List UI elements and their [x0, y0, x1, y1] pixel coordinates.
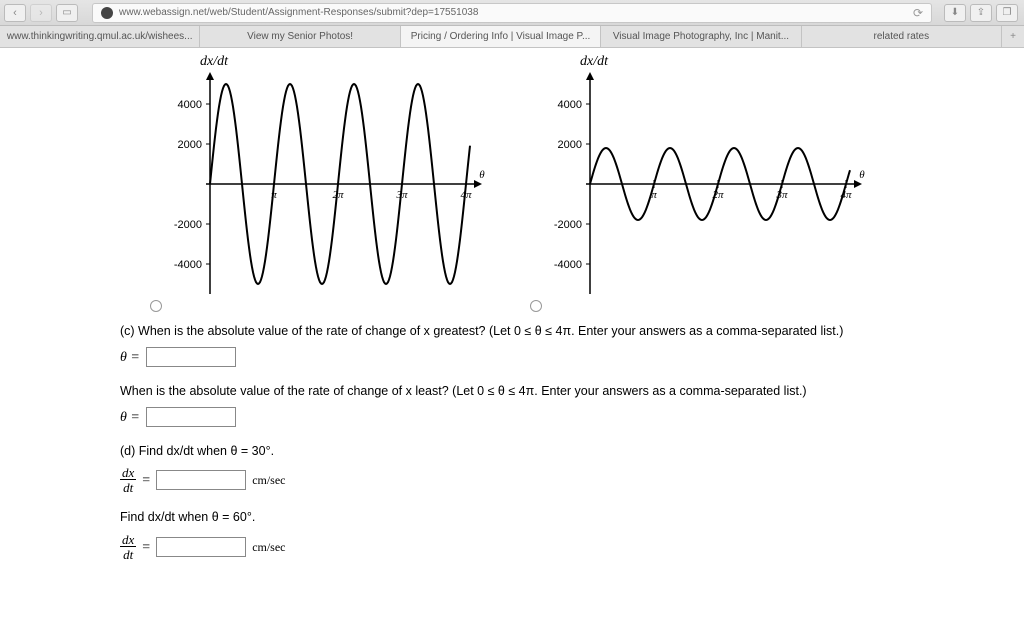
tab-2[interactable]: Pricing / Ordering Info | Visual Image P…: [401, 26, 601, 47]
sidebar-toggle-button[interactable]: ▭: [56, 4, 78, 22]
unit-2: cm/sec: [252, 538, 285, 556]
question-c-least: When is the absolute value of the rate o…: [120, 382, 860, 428]
forward-button[interactable]: ›: [30, 4, 52, 22]
svg-text:θ: θ: [479, 169, 485, 181]
question-d-30: (d) Find dx/dt when θ = 30°. dx dt = cm/…: [120, 442, 860, 495]
site-icon: [101, 7, 113, 19]
plot-right-svg: 4000 2000 -2000 -4000 π 2π 3π 4π θ: [530, 54, 870, 304]
svg-text:-4000: -4000: [554, 259, 582, 271]
tab-0[interactable]: www.thinkingwriting.qmul.ac.uk/wishees..…: [0, 26, 200, 47]
answer-d-30-input[interactable]: [156, 470, 246, 490]
tab-3[interactable]: Visual Image Photography, Inc | Manit...: [601, 26, 801, 47]
answer-d-60-input[interactable]: [156, 537, 246, 557]
ylabel-left: dx/dt: [200, 54, 228, 70]
dxdt-frac-2: dx dt: [120, 533, 136, 561]
tab-1[interactable]: View my Senior Photos!: [200, 26, 400, 47]
page-content: dx/dt 4000 2000 -2000 -4000: [0, 48, 1024, 561]
browser-toolbar: ‹ › ▭ www.webassign.net/web/Student/Assi…: [0, 0, 1024, 26]
plot-left-svg: 4000 2000 -2000 -4000 π 2π 3π 4π θ: [150, 54, 490, 304]
unit-1: cm/sec: [252, 471, 285, 489]
answer-c-least-input[interactable]: [146, 407, 236, 427]
new-tab-button[interactable]: +: [1002, 26, 1024, 47]
questions: (c) When is the absolute value of the ra…: [0, 304, 860, 561]
graph-right: dx/dt 4000 2000 -2000 -4000 π 2π: [530, 54, 870, 304]
question-d-60-text: Find dx/dt when θ = 60°.: [120, 508, 860, 527]
svg-text:-2000: -2000: [174, 219, 202, 231]
svg-text:θ: θ: [859, 169, 865, 181]
tab-bar: www.thinkingwriting.qmul.ac.uk/wishees..…: [0, 26, 1024, 48]
ylabel-right: dx/dt: [580, 54, 608, 70]
tab-4[interactable]: related rates: [802, 26, 1002, 47]
back-button[interactable]: ‹: [4, 4, 26, 22]
reload-icon[interactable]: ⟳: [913, 6, 923, 20]
answer-c-greatest-input[interactable]: [146, 347, 236, 367]
question-c-least-text: When is the absolute value of the rate o…: [120, 382, 860, 401]
question-d-60: Find dx/dt when θ = 60°. dx dt = cm/sec: [120, 508, 860, 561]
url-text: www.webassign.net/web/Student/Assignment…: [119, 7, 478, 18]
download-button[interactable]: ⬇: [944, 4, 966, 22]
tabs-button[interactable]: ❐: [996, 4, 1018, 22]
graph-row: dx/dt 4000 2000 -2000 -4000: [0, 54, 1024, 304]
question-c-greatest: (c) When is the absolute value of the ra…: [120, 322, 860, 368]
share-button[interactable]: ⇪: [970, 4, 992, 22]
svg-text:2000: 2000: [178, 139, 202, 151]
theta-label-2: θ =: [120, 407, 140, 428]
option-right-radio[interactable]: [530, 300, 542, 312]
question-c-greatest-text: (c) When is the absolute value of the ra…: [120, 322, 860, 341]
svg-text:4000: 4000: [558, 99, 582, 111]
dxdt-frac-1: dx dt: [120, 466, 136, 494]
option-left-radio[interactable]: [150, 300, 162, 312]
svg-text:2000: 2000: [558, 139, 582, 151]
theta-label: θ =: [120, 347, 140, 368]
address-bar[interactable]: www.webassign.net/web/Student/Assignment…: [92, 3, 932, 23]
svg-text:4000: 4000: [178, 99, 202, 111]
svg-text:-4000: -4000: [174, 259, 202, 271]
graph-left: dx/dt 4000 2000 -2000 -4000: [150, 54, 490, 304]
question-d-30-text: (d) Find dx/dt when θ = 30°.: [120, 442, 860, 461]
svg-text:-2000: -2000: [554, 219, 582, 231]
